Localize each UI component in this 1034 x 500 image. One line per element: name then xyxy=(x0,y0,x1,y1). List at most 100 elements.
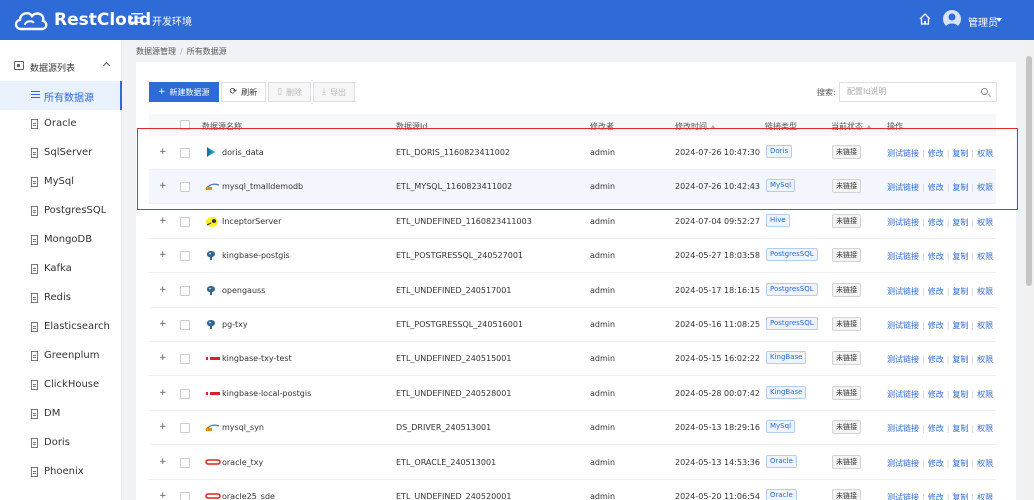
datasource-name-cell[interactable]: doris_data xyxy=(222,148,264,157)
menu-toggle-icon[interactable] xyxy=(130,11,144,25)
row-checkbox[interactable] xyxy=(180,457,190,468)
expand-row-icon[interactable]: + xyxy=(159,216,167,226)
sidebar-item[interactable]: DM xyxy=(0,400,122,429)
copy-link[interactable]: 复制 xyxy=(952,390,968,399)
permission-link[interactable]: 权限 xyxy=(977,252,993,261)
copy-link[interactable]: 复制 xyxy=(952,252,968,261)
table-row[interactable]: + pg-txy ETL_POSTGRESSQL_240516001 admin 202… xyxy=(149,308,996,342)
sidebar-item[interactable]: SqlServer xyxy=(0,139,122,168)
table-row[interactable]: + kingbase-txy-test ETL_UNDEFINED_24051500… xyxy=(149,342,996,377)
row-checkbox[interactable] xyxy=(180,216,190,227)
user-avatar[interactable] xyxy=(943,10,961,28)
table-row[interactable]: + doris_data ETL_DORIS_1160823411002 admin 2… xyxy=(149,136,996,170)
row-checkbox[interactable] xyxy=(180,354,190,365)
copy-link[interactable]: 复制 xyxy=(952,424,968,433)
sidebar-item[interactable]: Greenplum xyxy=(0,342,122,371)
sidebar-item[interactable]: PostgresSQL xyxy=(0,197,122,226)
datasource-name-cell[interactable]: oracle25_sde xyxy=(222,492,275,500)
header-modified-time[interactable]: 修改时间 xyxy=(675,121,715,132)
user-name[interactable]: 管理员 xyxy=(968,14,998,29)
expand-row-icon[interactable]: + xyxy=(159,285,167,295)
row-checkbox[interactable] xyxy=(180,148,190,158)
edit-link[interactable]: 修改 xyxy=(928,149,944,158)
test-connection-link[interactable]: 测试链接 xyxy=(887,287,919,296)
expand-row-icon[interactable]: + xyxy=(159,388,167,398)
datasource-name-cell[interactable]: oracle_txy xyxy=(222,458,263,467)
table-row[interactable]: + kingbase-postgis ETL_POSTGRESSQL_2405270… xyxy=(149,239,996,274)
sidebar-item[interactable]: MySql xyxy=(0,168,122,197)
row-checkbox[interactable] xyxy=(180,423,190,434)
copy-link[interactable]: 复制 xyxy=(952,355,968,364)
test-connection-link[interactable]: 测试链接 xyxy=(887,149,919,158)
breadcrumb-parent[interactable]: 数据源管理 xyxy=(136,47,176,56)
test-connection-link[interactable]: 测试链接 xyxy=(887,493,919,500)
expand-row-icon[interactable]: + xyxy=(159,319,167,329)
copy-link[interactable]: 复制 xyxy=(952,218,968,227)
datasource-name-cell[interactable]: InceptorServer xyxy=(222,217,281,226)
edit-link[interactable]: 修改 xyxy=(928,287,944,296)
table-row[interactable]: + opengauss ETL_UNDEFINED_240517001 admin 20… xyxy=(149,274,996,308)
expand-row-icon[interactable]: + xyxy=(159,457,167,467)
sidebar-item[interactable]: 所有数据源 xyxy=(0,81,122,110)
row-checkbox[interactable] xyxy=(180,182,190,193)
sidebar-item[interactable]: Doris xyxy=(0,429,122,458)
expand-row-icon[interactable]: + xyxy=(159,491,167,500)
permission-link[interactable]: 权限 xyxy=(977,424,993,433)
sidebar-item[interactable]: Oracle xyxy=(0,110,122,139)
header-status[interactable]: 当前状态 xyxy=(831,121,871,132)
edit-link[interactable]: 修改 xyxy=(928,252,944,261)
permission-link[interactable]: 权限 xyxy=(977,390,993,399)
row-checkbox[interactable] xyxy=(180,320,190,330)
permission-link[interactable]: 权限 xyxy=(977,355,993,364)
permission-link[interactable]: 权限 xyxy=(977,459,993,468)
expand-row-icon[interactable]: + xyxy=(159,147,167,157)
search-icon[interactable] xyxy=(981,88,988,95)
new-datasource-button[interactable]: + 新建数据源 xyxy=(149,82,219,102)
home-icon[interactable] xyxy=(918,12,932,26)
copy-link[interactable]: 复制 xyxy=(952,321,968,330)
delete-button[interactable]: ▯ 删除 xyxy=(268,82,312,102)
table-row[interactable]: + InceptorServer ETL_UNDEFINED_11608234110… xyxy=(149,205,996,239)
table-row[interactable]: + kingbase-local-postgis ETL_UNDEFINED_240… xyxy=(149,377,996,411)
sort-icon[interactable] xyxy=(711,125,715,128)
expand-row-icon[interactable]: + xyxy=(159,181,167,191)
datasource-name-cell[interactable]: kingbase-txy-test xyxy=(222,354,292,363)
permission-link[interactable]: 权限 xyxy=(977,493,993,500)
test-connection-link[interactable]: 测试链接 xyxy=(887,424,919,433)
edit-link[interactable]: 修改 xyxy=(928,321,944,330)
edit-link[interactable]: 修改 xyxy=(928,218,944,227)
copy-link[interactable]: 复制 xyxy=(952,183,968,192)
test-connection-link[interactable]: 测试链接 xyxy=(887,218,919,227)
sidebar-item[interactable]: Phoenix xyxy=(0,458,122,487)
sidebar-item[interactable]: Kafka xyxy=(0,255,122,284)
refresh-button[interactable]: ⟳ 刷新 xyxy=(220,82,267,102)
export-button[interactable]: ⤓ 导出 xyxy=(313,82,356,102)
select-all-checkbox[interactable] xyxy=(180,120,190,130)
copy-link[interactable]: 复制 xyxy=(952,287,968,296)
edit-link[interactable]: 修改 xyxy=(928,424,944,433)
sidebar-item[interactable]: ClickHouse xyxy=(0,371,122,400)
row-checkbox[interactable] xyxy=(180,388,190,399)
permission-link[interactable]: 权限 xyxy=(977,183,993,192)
test-connection-link[interactable]: 测试链接 xyxy=(887,321,919,330)
table-row[interactable]: + oracle25_sde ETL_UNDEFINED_240520001 admi… xyxy=(149,480,996,500)
scrollbar-thumb[interactable] xyxy=(1026,56,1032,286)
sidebar-group-datasource-list[interactable]: 数据源列表 xyxy=(0,54,122,78)
edit-link[interactable]: 修改 xyxy=(928,493,944,500)
row-checkbox[interactable] xyxy=(180,285,190,296)
permission-link[interactable]: 权限 xyxy=(977,149,993,158)
expand-row-icon[interactable]: + xyxy=(159,250,167,260)
edit-link[interactable]: 修改 xyxy=(928,459,944,468)
sidebar-item[interactable]: Elasticsearch xyxy=(0,313,122,342)
permission-link[interactable]: 权限 xyxy=(977,218,993,227)
sidebar-item[interactable]: Redis xyxy=(0,284,122,313)
copy-link[interactable]: 复制 xyxy=(952,149,968,158)
permission-link[interactable]: 权限 xyxy=(977,287,993,296)
test-connection-link[interactable]: 测试链接 xyxy=(887,183,919,192)
edit-link[interactable]: 修改 xyxy=(928,390,944,399)
test-connection-link[interactable]: 测试链接 xyxy=(887,459,919,468)
datasource-name-cell[interactable]: mysql_tmalldemodb xyxy=(222,182,303,191)
edit-link[interactable]: 修改 xyxy=(928,355,944,364)
edit-link[interactable]: 修改 xyxy=(928,183,944,192)
datasource-name-cell[interactable]: pg-txy xyxy=(222,320,248,329)
